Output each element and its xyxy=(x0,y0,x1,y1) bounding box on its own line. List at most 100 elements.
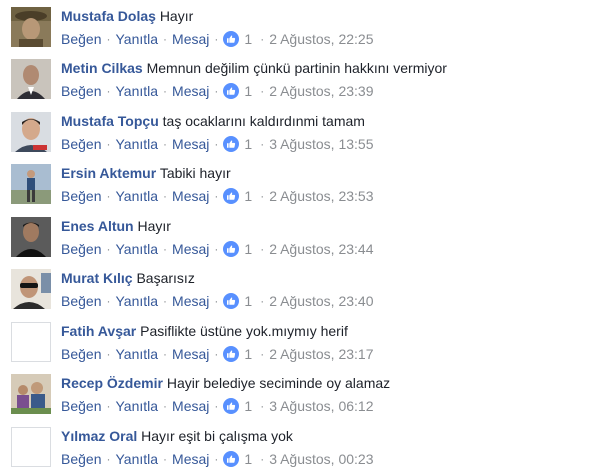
separator: · xyxy=(106,452,111,466)
thumbs-up-icon[interactable] xyxy=(223,451,240,467)
comment-author[interactable]: Yılmaz Oral xyxy=(61,428,137,444)
avatar[interactable] xyxy=(11,269,51,309)
separator: · xyxy=(260,399,265,413)
separator: · xyxy=(163,84,168,98)
separator: · xyxy=(163,137,168,151)
comment-author[interactable]: Fatih Avşar xyxy=(61,323,136,339)
reply-button[interactable]: Yanıtla xyxy=(115,345,158,363)
reply-button[interactable]: Yanıtla xyxy=(115,82,158,100)
avatar[interactable] xyxy=(11,374,51,414)
separator: · xyxy=(163,242,168,256)
thumbs-up-icon[interactable] xyxy=(223,241,240,257)
message-button[interactable]: Mesaj xyxy=(172,240,209,258)
separator: · xyxy=(106,137,111,151)
comment-text: Memnun değilim çünkü partinin hakkını ve… xyxy=(146,60,447,76)
like-count: 1 xyxy=(244,293,253,309)
like-button[interactable]: Beğen xyxy=(61,450,101,468)
separator: · xyxy=(260,84,265,98)
comment-item: Yılmaz Oral Hayır eşit bi çalışma yok Be… xyxy=(0,420,607,472)
thumbs-up-icon[interactable] xyxy=(223,83,240,99)
separator: · xyxy=(260,294,265,308)
comment-author[interactable]: Enes Altun xyxy=(61,218,134,234)
comment-timestamp[interactable]: 3 Ağustos, 13:55 xyxy=(269,135,373,153)
comment-text: Hayır eşit bi çalışma yok xyxy=(141,428,293,444)
comment-item: Recep Özdemir Hayir belediye seciminde o… xyxy=(0,367,607,419)
comment-author[interactable]: Ersin Aktemur xyxy=(61,165,156,181)
like-button[interactable]: Beğen xyxy=(61,30,101,48)
separator: · xyxy=(260,137,265,151)
comment-item: Fatih Avşar Pasiflikte üstüne yok.mıymıy… xyxy=(0,315,607,367)
avatar[interactable] xyxy=(11,59,51,99)
comment-timestamp[interactable]: 2 Ağustos, 23:44 xyxy=(269,240,373,258)
comment-timestamp[interactable]: 3 Ağustos, 00:23 xyxy=(269,450,373,468)
reply-button[interactable]: Yanıtla xyxy=(115,397,158,415)
like-button[interactable]: Beğen xyxy=(61,345,101,363)
message-button[interactable]: Mesaj xyxy=(172,292,209,310)
message-button[interactable]: Mesaj xyxy=(172,135,209,153)
message-button[interactable]: Mesaj xyxy=(172,30,209,48)
thumbs-up-icon[interactable] xyxy=(223,293,240,309)
comment-timestamp[interactable]: 2 Ağustos, 22:25 xyxy=(269,30,373,48)
comment-author[interactable]: Murat Kılıç xyxy=(61,270,133,286)
comment-timestamp[interactable]: 2 Ağustos, 23:39 xyxy=(269,82,373,100)
comment-item: Murat Kılıç Başarısız Beğen · Yanıtla · … xyxy=(0,262,607,314)
reply-button[interactable]: Yanıtla xyxy=(115,450,158,468)
like-button[interactable]: Beğen xyxy=(61,82,101,100)
reply-button[interactable]: Yanıtla xyxy=(115,135,158,153)
avatar[interactable] xyxy=(11,112,51,152)
separator: · xyxy=(106,347,111,361)
separator: · xyxy=(163,32,168,46)
like-count: 1 xyxy=(244,346,253,362)
separator: · xyxy=(214,32,219,46)
message-button[interactable]: Mesaj xyxy=(172,187,209,205)
like-button[interactable]: Beğen xyxy=(61,135,101,153)
comment-author[interactable]: Mustafa Dolaş xyxy=(61,8,156,24)
thumbs-up-icon[interactable] xyxy=(223,398,240,414)
thumbs-up-icon[interactable] xyxy=(223,136,240,152)
comment-timestamp[interactable]: 2 Ağustos, 23:17 xyxy=(269,345,373,363)
comment-item: Mustafa Topçu taş ocaklarını kaldırdınmi… xyxy=(0,105,607,157)
separator: · xyxy=(106,32,111,46)
comment-author[interactable]: Recep Özdemir xyxy=(61,375,163,391)
message-button[interactable]: Mesaj xyxy=(172,450,209,468)
comment-timestamp[interactable]: 2 Ağustos, 23:40 xyxy=(269,292,373,310)
like-button[interactable]: Beğen xyxy=(61,240,101,258)
thumbs-up-icon[interactable] xyxy=(223,188,240,204)
message-button[interactable]: Mesaj xyxy=(172,82,209,100)
separator: · xyxy=(214,84,219,98)
avatar[interactable] xyxy=(11,217,51,257)
thumbs-up-icon[interactable] xyxy=(223,346,240,362)
separator: · xyxy=(106,242,111,256)
separator: · xyxy=(163,452,168,466)
reply-button[interactable]: Yanıtla xyxy=(115,187,158,205)
comment-timestamp[interactable]: 2 Ağustos, 23:53 xyxy=(269,187,373,205)
message-button[interactable]: Mesaj xyxy=(172,397,209,415)
comment-timestamp[interactable]: 3 Ağustos, 06:12 xyxy=(269,397,373,415)
reply-button[interactable]: Yanıtla xyxy=(115,30,158,48)
separator: · xyxy=(260,189,265,203)
message-button[interactable]: Mesaj xyxy=(172,345,209,363)
like-button[interactable]: Beğen xyxy=(61,187,101,205)
separator: · xyxy=(214,189,219,203)
separator: · xyxy=(163,294,168,308)
separator: · xyxy=(214,294,219,308)
reply-button[interactable]: Yanıtla xyxy=(115,292,158,310)
like-count: 1 xyxy=(244,451,253,467)
like-button[interactable]: Beğen xyxy=(61,397,101,415)
avatar[interactable] xyxy=(11,322,51,362)
comment-list: Mustafa Dolaş Hayır Beğen · Yanıtla · Me… xyxy=(0,0,607,472)
like-button[interactable]: Beğen xyxy=(61,292,101,310)
thumbs-up-icon[interactable] xyxy=(223,31,240,47)
avatar[interactable] xyxy=(11,164,51,204)
reply-button[interactable]: Yanıtla xyxy=(115,240,158,258)
separator: · xyxy=(260,452,265,466)
comment-author[interactable]: Mustafa Topçu xyxy=(61,113,159,129)
comment-author[interactable]: Metin Cilkas xyxy=(61,60,143,76)
avatar[interactable] xyxy=(11,427,51,467)
comment-text: Pasiflikte üstüne yok.mıymıy herif xyxy=(140,323,348,339)
like-count: 1 xyxy=(244,136,253,152)
avatar[interactable] xyxy=(11,7,51,47)
separator: · xyxy=(214,452,219,466)
separator: · xyxy=(214,399,219,413)
comment-text: Hayır xyxy=(137,218,171,234)
